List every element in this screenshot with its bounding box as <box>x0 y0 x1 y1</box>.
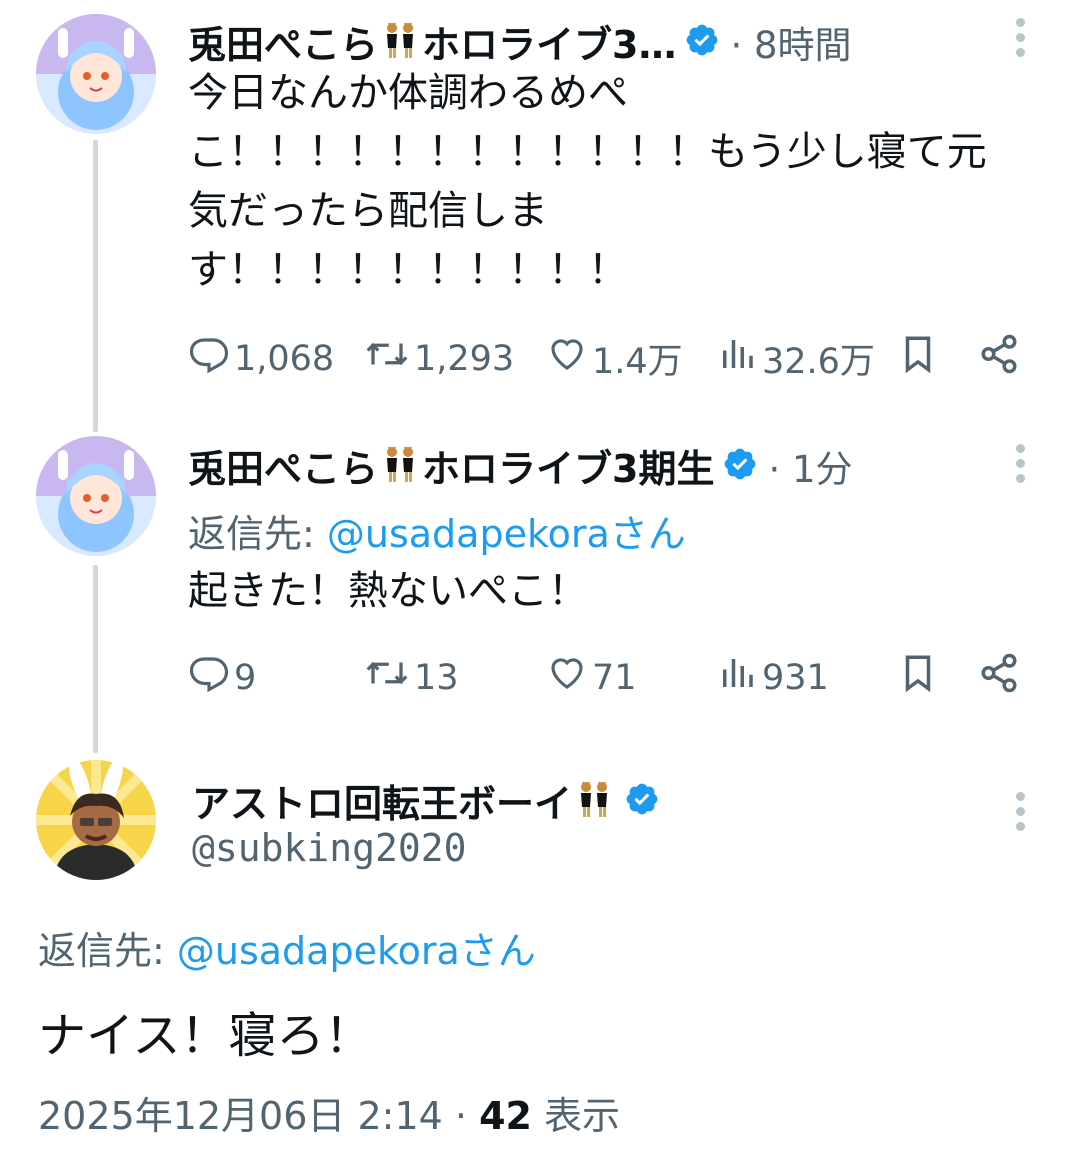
view-count: 32.6万 <box>762 342 875 382</box>
display-name[interactable]: 兎田ぺこら <box>188 14 378 69</box>
share-button[interactable] <box>978 333 1024 384</box>
view-count: 931 <box>762 657 829 698</box>
share-icon <box>978 333 1024 384</box>
heart-icon <box>546 652 592 703</box>
more-options-icon[interactable] <box>1014 18 1026 57</box>
thread-line <box>93 140 98 432</box>
view-label: 表示 <box>531 1094 621 1138</box>
share-button[interactable] <box>978 652 1024 703</box>
view-count: 42 <box>479 1094 532 1138</box>
reply-to-handle[interactable]: @usadapekora <box>177 929 460 973</box>
bookmark-icon <box>897 333 943 384</box>
more-options-icon[interactable] <box>1014 444 1026 483</box>
share-icon <box>978 652 1024 703</box>
retweet-count: 13 <box>414 657 459 698</box>
retweet-icon <box>364 652 414 703</box>
bookmark-button[interactable] <box>897 333 943 384</box>
reply-to-label: 返信先: <box>188 512 327 556</box>
verified-badge-icon <box>624 781 660 821</box>
retweet-button[interactable]: 1,293 <box>364 333 514 384</box>
avatar[interactable] <box>36 436 156 556</box>
reply-to-suffix[interactable]: さん <box>610 512 686 556</box>
tweet-header: 兎田ぺこら ホロライブ3… · 8時間 <box>188 14 852 69</box>
reply-button[interactable]: 1,068 <box>188 333 334 384</box>
like-button[interactable]: 71 <box>546 652 637 703</box>
display-name-suffix[interactable]: ホロライブ3期生 <box>422 438 714 493</box>
like-button[interactable]: 1.4万 <box>546 333 683 384</box>
views-button[interactable]: 931 <box>716 652 829 703</box>
reply-count: 9 <box>234 657 257 698</box>
like-count: 1.4万 <box>592 342 683 382</box>
dancing-people-icon <box>380 20 420 64</box>
avatar[interactable] <box>36 760 156 880</box>
reply-icon <box>188 652 234 703</box>
tweet-timestamp: 2025年12月06日 2:14 · 42 表示 <box>38 1085 620 1140</box>
display-name[interactable]: 兎田ぺこら <box>188 438 378 493</box>
avatar[interactable] <box>36 14 156 134</box>
more-options-icon[interactable] <box>1014 792 1026 831</box>
reply-to: 返信先: @usadapekoraさん <box>38 920 536 975</box>
retweet-count: 1,293 <box>414 338 515 379</box>
like-count: 71 <box>592 657 637 698</box>
views-button[interactable]: 32.6万 <box>716 333 875 384</box>
reply-to-suffix[interactable]: さん <box>460 929 536 973</box>
display-name[interactable]: アストロ回転王ボーイ <box>192 773 572 828</box>
verified-badge-icon <box>722 446 758 486</box>
retweet-button[interactable]: 13 <box>364 652 459 703</box>
tweet-text: 起きた！熱ないぺこ！ <box>188 568 588 614</box>
reply-to: 返信先: @usadapekoraさん <box>188 503 686 558</box>
dancing-people-icon <box>380 444 420 488</box>
tweet-header: 兎田ぺこら ホロライブ3期生 · 1分 <box>188 438 853 493</box>
analytics-icon <box>716 333 762 384</box>
bookmark-button[interactable] <box>897 652 943 703</box>
thread-line <box>93 565 98 753</box>
reply-to-handle[interactable]: @usadapekora <box>327 512 610 556</box>
retweet-icon <box>364 333 414 384</box>
heart-icon <box>546 333 592 384</box>
tweet-time[interactable]: · 8時間 <box>730 15 851 69</box>
reply-count: 1,068 <box>234 338 335 379</box>
analytics-icon <box>716 652 762 703</box>
tweet-time[interactable]: · 1分 <box>768 439 852 493</box>
main-tweet-header: アストロ回転王ボーイ <box>192 773 670 828</box>
display-name-suffix[interactable]: ホロライブ3… <box>422 14 676 69</box>
dancing-people-icon <box>574 779 614 823</box>
bookmark-icon <box>897 652 943 703</box>
timestamp-text[interactable]: 2025年12月06日 2:14 · <box>38 1094 479 1138</box>
tweet-text: 今日なんか体調わるめぺ こ！！！！！！！！！！！！もう少し寝て元 気だったら配信… <box>188 70 987 293</box>
reply-to-label: 返信先: <box>38 929 177 973</box>
reply-icon <box>188 333 234 384</box>
main-tweet-text: ナイス！寝ろ！ <box>38 1008 373 1064</box>
reply-button[interactable]: 9 <box>188 652 256 703</box>
user-handle[interactable]: @subking2020 <box>192 826 467 870</box>
verified-badge-icon <box>684 22 720 62</box>
